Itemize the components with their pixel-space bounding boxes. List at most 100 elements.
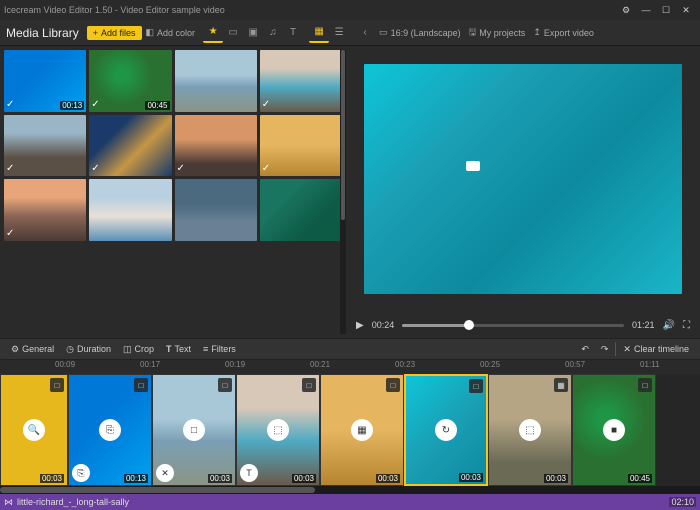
media-thumb[interactable]: ✓: [89, 115, 171, 177]
media-thumb[interactable]: [175, 244, 257, 306]
total-time: 01:21: [632, 320, 655, 330]
clip-type-icon: □: [134, 378, 148, 392]
maximize-icon[interactable]: ☐: [656, 0, 676, 20]
clip-type-icon: □: [386, 378, 400, 392]
clip-action-icon[interactable]: □: [183, 419, 205, 441]
transition-icon[interactable]: ✕: [156, 464, 174, 482]
fullscreen-icon[interactable]: ⛶: [683, 320, 690, 331]
clip-action-icon[interactable]: ⬚: [267, 419, 289, 441]
filters-button[interactable]: ≡Filters: [198, 344, 241, 354]
timeline-clip[interactable]: □⎘00:13⎘: [68, 374, 152, 486]
check-icon: ✓: [6, 228, 14, 239]
check-icon: ✓: [262, 163, 270, 174]
filter-starred-icon[interactable]: ★: [203, 23, 223, 43]
redo-button[interactable]: ↷: [596, 344, 614, 355]
duration-button[interactable]: ◷Duration: [61, 344, 116, 355]
filters-icon: ≡: [203, 344, 208, 354]
check-icon: ✓: [91, 99, 99, 110]
clip-action-icon[interactable]: ↻: [435, 419, 457, 441]
media-thumb[interactable]: [4, 244, 86, 306]
filter-text-icon[interactable]: T: [283, 23, 303, 43]
timeline-clip[interactable]: □ □ 00:03 ✕: [152, 374, 236, 486]
media-thumb[interactable]: ✓00:45: [89, 50, 171, 112]
check-icon: ✓: [177, 163, 185, 174]
export-video-button[interactable]: ↥Export video: [529, 27, 598, 38]
minimize-icon[interactable]: —: [636, 0, 656, 20]
media-thumb[interactable]: ✓: [260, 115, 342, 177]
timeline-scrollbar[interactable]: [0, 486, 700, 494]
media-thumb[interactable]: ✓: [175, 115, 257, 177]
media-thumb[interactable]: ✓: [4, 179, 86, 241]
undo-button[interactable]: ↶: [576, 344, 594, 355]
app-title: Icecream Video Editor 1.50 - Video Edito…: [4, 5, 225, 15]
ruler-tick: 00:25: [480, 360, 500, 369]
add-color-button[interactable]: ◧Add color: [142, 27, 200, 38]
clip-duration: 00:03: [544, 474, 568, 483]
settings-icon[interactable]: ⚙: [616, 0, 636, 20]
filter-video-icon[interactable]: ▭: [223, 23, 243, 43]
clip-type-icon: ▦: [554, 378, 568, 392]
crop-button[interactable]: ◫Crop: [118, 344, 159, 355]
timeline[interactable]: □🔍00:03□⎘00:13⎘□□00:03✕□⬚00:03T□▦00:03□↻…: [0, 374, 700, 486]
media-thumb[interactable]: [89, 179, 171, 241]
timeline-ruler[interactable]: 00:0900:1700:1900:2100:2300:2500:5701:11: [0, 360, 700, 374]
collapse-icon[interactable]: ‹: [355, 23, 375, 43]
media-thumb[interactable]: ✓: [260, 50, 342, 112]
ruler-tick: 01:11: [640, 360, 659, 369]
media-thumb[interactable]: [175, 50, 257, 112]
general-button[interactable]: ⚙General: [6, 344, 59, 355]
library-scrollbar[interactable]: [340, 50, 346, 334]
clip-type-icon: □: [302, 378, 316, 392]
ruler-tick: 00:17: [140, 360, 160, 369]
timeline-clip[interactable]: ▦ ⬚ 00:03: [488, 374, 572, 486]
filter-audio-icon[interactable]: ♫: [263, 23, 283, 43]
transition-icon[interactable]: ⎘: [72, 464, 90, 482]
clip-type-icon: □: [218, 378, 232, 392]
audio-track[interactable]: ⋈ little-richard_-_long-tall-sally 02:10: [0, 494, 700, 510]
crop-icon: ◫: [123, 344, 132, 355]
topbar: Media Library +Add files ◧Add color ★ ▭ …: [0, 20, 700, 46]
clip-action-icon[interactable]: ■: [603, 419, 625, 441]
clip-action-icon[interactable]: ⎘: [99, 419, 121, 441]
current-time: 00:24: [372, 320, 395, 330]
play-button[interactable]: ▶: [356, 320, 364, 331]
my-projects-button[interactable]: 🖫My projects: [465, 25, 530, 41]
timeline-clip[interactable]: □■00:45: [572, 374, 656, 486]
timeline-clip[interactable]: □▦00:03: [320, 374, 404, 486]
view-grid-icon[interactable]: ▦: [309, 23, 329, 43]
clip-duration: 00:03: [459, 473, 483, 482]
library-title: Media Library: [6, 26, 79, 40]
add-files-button[interactable]: +Add files: [87, 26, 142, 40]
clip-duration: 00:03: [292, 474, 316, 483]
clip-duration: 00:03: [40, 474, 64, 483]
aspect-ratio-button[interactable]: ▭16:9 (Landscape): [375, 27, 465, 38]
media-thumb[interactable]: ✓00:13: [4, 50, 86, 112]
timeline-clip[interactable]: □ ⬚ 00:03 T: [236, 374, 320, 486]
transition-icon[interactable]: T: [240, 464, 258, 482]
preview-canvas[interactable]: [364, 64, 682, 294]
view-list-icon[interactable]: ☰: [329, 23, 349, 43]
volume-icon[interactable]: 🔊: [663, 320, 675, 331]
close-icon[interactable]: ✕: [676, 0, 696, 20]
media-thumb[interactable]: ✓: [4, 115, 86, 177]
clip-duration: 00:03: [208, 474, 232, 483]
media-thumb[interactable]: [260, 179, 342, 241]
media-thumb[interactable]: [175, 179, 257, 241]
ruler-tick: 00:57: [565, 360, 585, 369]
clip-action-icon[interactable]: ⬚: [519, 419, 541, 441]
timeline-clip[interactable]: □🔍00:03: [0, 374, 68, 486]
clip-type-icon: □: [469, 379, 483, 393]
clear-timeline-button[interactable]: ✕Clear timeline: [618, 344, 694, 355]
filter-image-icon[interactable]: ▣: [243, 23, 263, 43]
main-area: ✓00:13✓00:45✓✓✓✓✓✓ ▶ 00:24 01:21 🔊 ⛶: [0, 46, 700, 338]
clip-type-icon: □: [638, 378, 652, 392]
seek-slider[interactable]: [402, 324, 624, 327]
text-button[interactable]: TText: [161, 344, 196, 354]
clip-action-icon[interactable]: 🔍: [23, 419, 45, 441]
clip-action-icon[interactable]: ▦: [351, 419, 373, 441]
ruler-tick: 00:21: [310, 360, 330, 369]
timeline-clip[interactable]: □ ↻ 00:03: [404, 374, 488, 486]
media-thumb[interactable]: [260, 244, 342, 306]
close-icon: ✕: [623, 344, 631, 355]
media-thumb[interactable]: [89, 244, 171, 306]
